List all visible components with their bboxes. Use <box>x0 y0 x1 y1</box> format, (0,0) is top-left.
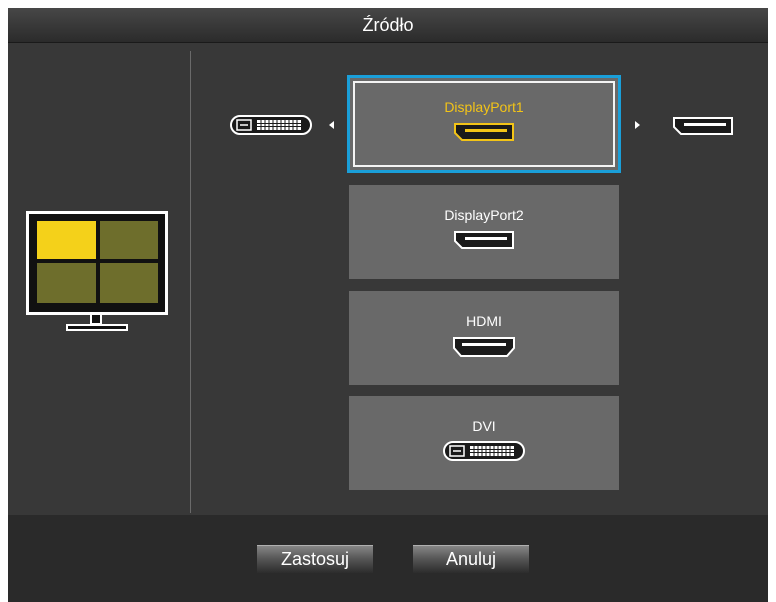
source-osd-window: Źródło DisplayPort1 DisplayPort2 HDMI DV… <box>8 8 768 602</box>
source-card-displayport1[interactable]: DisplayPort1 <box>347 75 621 173</box>
arrow-left-icon[interactable] <box>329 121 334 129</box>
pane-3 <box>37 263 96 303</box>
displayport-icon <box>453 230 515 255</box>
hdmi-icon <box>452 336 516 363</box>
source-card-dvi[interactable]: DVI <box>349 396 619 490</box>
next-source-displayport-icon[interactable] <box>672 116 734 141</box>
window-title: Źródło <box>8 8 768 43</box>
cancel-button[interactable]: Anuluj <box>413 545 529 573</box>
footer-bar <box>8 515 768 602</box>
displayport-icon <box>453 122 515 147</box>
pane-4 <box>100 263 158 303</box>
source-card-displayport2[interactable]: DisplayPort2 <box>349 185 619 279</box>
source-label: DVI <box>472 418 496 434</box>
source-panel: DisplayPort1 DisplayPort2 HDMI DVI <box>8 43 768 515</box>
source-label: DisplayPort1 <box>444 99 524 115</box>
panel-divider <box>190 51 191 513</box>
prev-source-dvi-icon[interactable] <box>230 115 312 140</box>
dvi-icon <box>443 441 525 466</box>
arrow-right-icon[interactable] <box>635 121 640 129</box>
source-label: HDMI <box>466 313 502 329</box>
pane-active <box>37 221 96 259</box>
monitor-preview-icon <box>26 211 168 335</box>
pane-2 <box>100 221 158 259</box>
source-label: DisplayPort2 <box>444 207 524 223</box>
apply-button[interactable]: Zastosuj <box>257 545 373 573</box>
source-card-hdmi[interactable]: HDMI <box>349 291 619 385</box>
